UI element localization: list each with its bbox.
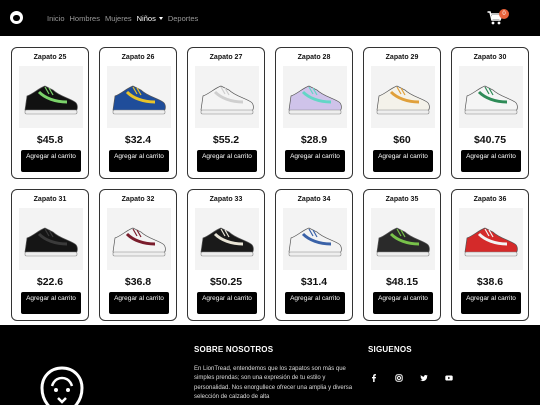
- product-price: $32.4: [124, 134, 152, 146]
- product-image[interactable]: [459, 66, 523, 128]
- product-card[interactable]: Zapato 30 $40.75 Agregar al carrito: [451, 47, 529, 179]
- youtube-icon[interactable]: [445, 369, 453, 381]
- shoe-icon: [200, 227, 254, 257]
- facebook-icon[interactable]: [370, 369, 378, 382]
- twitter-icon[interactable]: [420, 369, 428, 382]
- shoe-icon: [376, 227, 430, 257]
- shoe-icon: [464, 85, 518, 115]
- product-card[interactable]: Zapato 25 $45.8 Agregar al carrito: [11, 47, 89, 179]
- product-card[interactable]: Zapato 32 $36.8 Agregar al carrito: [99, 189, 177, 321]
- social-links: [370, 369, 453, 382]
- product-card[interactable]: Zapato 35 $48.15 Agregar al carrito: [363, 189, 441, 321]
- product-price: $28.9: [300, 134, 328, 146]
- cart-count-badge: 0: [499, 9, 509, 19]
- product-image[interactable]: [19, 208, 83, 270]
- shoe-icon: [24, 85, 78, 115]
- product-image[interactable]: [371, 66, 435, 128]
- product-card[interactable]: Zapato 36 $38.6 Agregar al carrito: [451, 189, 529, 321]
- product-price: $45.8: [36, 134, 64, 146]
- add-to-cart-button[interactable]: Agregar al carrito: [109, 150, 169, 172]
- product-price: $38.6: [476, 276, 504, 288]
- add-to-cart-button[interactable]: Agregar al carrito: [285, 292, 345, 314]
- brand-logo-icon[interactable]: [10, 11, 23, 24]
- navbar: Inicio Hombres Mujeres Niños Deportes 0: [0, 0, 540, 36]
- product-image[interactable]: [283, 66, 347, 128]
- product-image[interactable]: [459, 208, 523, 270]
- product-image[interactable]: [195, 66, 259, 128]
- about-text: En LionTread, entendemos que los zapatos…: [194, 366, 353, 401]
- shoe-icon: [288, 227, 342, 257]
- add-to-cart-button[interactable]: Agregar al carrito: [285, 150, 345, 172]
- product-name: Zapato 35: [385, 196, 419, 203]
- add-to-cart-button[interactable]: Agregar al carrito: [197, 150, 257, 172]
- product-name: Zapato 26: [121, 54, 155, 61]
- product-grid: Zapato 25 $45.8 Agregar al carrito Zapato 2…: [11, 47, 529, 321]
- product-name: Zapato 25: [33, 54, 67, 61]
- add-to-cart-button[interactable]: Agregar al carrito: [21, 150, 81, 172]
- shoe-icon: [200, 85, 254, 115]
- add-to-cart-button[interactable]: Agregar al carrito: [373, 150, 433, 172]
- product-price: $50.25: [209, 276, 243, 288]
- add-to-cart-button[interactable]: Agregar al carrito: [461, 150, 521, 172]
- product-image[interactable]: [107, 208, 171, 270]
- product-card[interactable]: Zapato 33 $50.25 Agregar al carrito: [187, 189, 265, 321]
- nav-link-deportes[interactable]: Deportes: [168, 14, 198, 23]
- nav-link-hombres[interactable]: Hombres: [70, 14, 100, 23]
- product-name: Zapato 31: [33, 196, 67, 203]
- add-to-cart-button[interactable]: Agregar al carrito: [21, 292, 81, 314]
- product-price: $55.2: [212, 134, 240, 146]
- shoe-icon: [288, 85, 342, 115]
- product-price: $36.8: [124, 276, 152, 288]
- product-image[interactable]: [371, 208, 435, 270]
- product-name: Zapato 34: [297, 196, 331, 203]
- product-name: Zapato 32: [121, 196, 155, 203]
- add-to-cart-button[interactable]: Agregar al carrito: [461, 292, 521, 314]
- product-name: Zapato 33: [209, 196, 243, 203]
- chevron-down-icon: [158, 17, 163, 20]
- instagram-icon[interactable]: [395, 369, 403, 382]
- shoe-icon: [112, 227, 166, 257]
- product-price: $22.6: [36, 276, 64, 288]
- shoe-icon: [464, 227, 518, 257]
- product-card[interactable]: Zapato 27 $55.2 Agregar al carrito: [187, 47, 265, 179]
- product-price: $60: [393, 134, 411, 146]
- nav-link-inicio[interactable]: Inicio: [47, 14, 65, 23]
- product-name: Zapato 30: [473, 54, 507, 61]
- add-to-cart-button[interactable]: Agregar al carrito: [197, 292, 257, 314]
- product-price: $31.4: [300, 276, 328, 288]
- nav-link-ninos[interactable]: Niños: [137, 14, 163, 23]
- add-to-cart-button[interactable]: Agregar al carrito: [373, 292, 433, 314]
- product-price: $40.75: [473, 134, 507, 146]
- product-image[interactable]: [283, 208, 347, 270]
- nav-link-ninos-label: Niños: [136, 14, 156, 23]
- footer: SOBRE NOSOTROS En LionTread, entendemos …: [0, 325, 540, 414]
- product-image[interactable]: [19, 66, 83, 128]
- product-card[interactable]: Zapato 28 $28.9 Agregar al carrito: [275, 47, 353, 179]
- product-image[interactable]: [107, 66, 171, 128]
- product-name: Zapato 29: [385, 54, 419, 61]
- about-title: SOBRE NOSOTROS: [194, 345, 274, 354]
- product-name: Zapato 27: [209, 54, 243, 61]
- nav-link-mujeres[interactable]: Mujeres: [105, 14, 132, 23]
- shoe-icon: [24, 227, 78, 257]
- shoe-icon: [376, 85, 430, 115]
- shoe-icon: [112, 85, 166, 115]
- add-to-cart-button[interactable]: Agregar al carrito: [109, 292, 169, 314]
- product-card[interactable]: Zapato 34 $31.4 Agregar al carrito: [275, 189, 353, 321]
- nav-links: Inicio Hombres Mujeres Niños Deportes: [47, 14, 198, 23]
- product-card[interactable]: Zapato 31 $22.6 Agregar al carrito: [11, 189, 89, 321]
- product-card[interactable]: Zapato 26 $32.4 Agregar al carrito: [99, 47, 177, 179]
- product-name: Zapato 28: [297, 54, 331, 61]
- lion-logo-icon: [40, 366, 84, 414]
- product-card[interactable]: Zapato 29 $60 Agregar al carrito: [363, 47, 441, 179]
- product-price: $48.15: [385, 276, 419, 288]
- product-name: Zapato 36: [473, 196, 507, 203]
- follow-title: SIGUENOS: [368, 345, 412, 354]
- product-image[interactable]: [195, 208, 259, 270]
